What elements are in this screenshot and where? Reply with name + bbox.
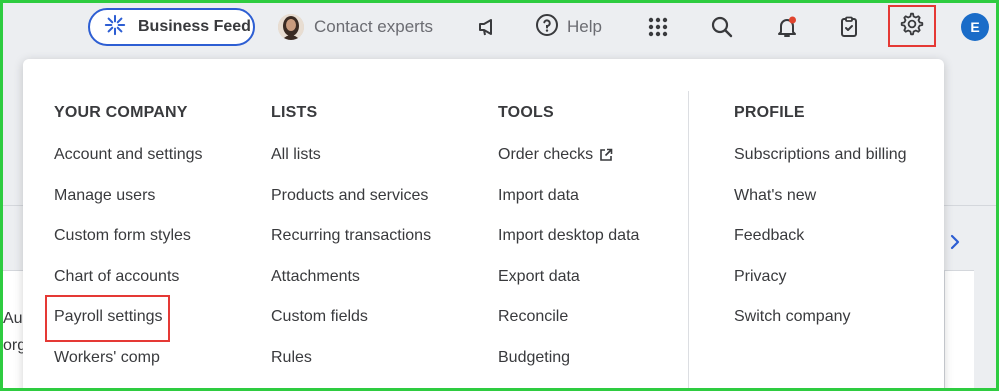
lists-heading: LISTS (271, 104, 318, 121)
megaphone-icon[interactable] (470, 10, 504, 44)
bell-icon[interactable] (770, 10, 804, 44)
menu-item-whats-new[interactable]: What's new (734, 187, 816, 205)
settings-dropdown-panel: YOUR COMPANY Account and settings Manage… (23, 59, 944, 391)
menu-item-products-and-services[interactable]: Products and services (271, 187, 428, 205)
expert-avatar (278, 14, 304, 40)
background-card-right (944, 270, 974, 391)
sparkle-icon (104, 14, 126, 41)
menu-item-subscriptions-and-billing[interactable]: Subscriptions and billing (734, 146, 907, 164)
menu-item-custom-fields[interactable]: Custom fields (271, 308, 368, 326)
help-label: Help (567, 17, 602, 36)
external-link-icon (599, 148, 613, 162)
your-company-heading: YOUR COMPANY (54, 104, 188, 121)
order-checks-label: Order checks (498, 146, 594, 163)
search-icon[interactable] (705, 10, 739, 44)
menu-item-custom-form-styles[interactable]: Custom form styles (54, 227, 191, 245)
grid-icon[interactable] (641, 10, 675, 44)
menu-item-chart-of-accounts[interactable]: Chart of accounts (54, 268, 179, 286)
menu-item-manage-users[interactable]: Manage users (54, 187, 155, 205)
menu-item-rules[interactable]: Rules (271, 349, 312, 367)
contact-experts-label: Contact experts (314, 17, 434, 36)
contact-experts-button[interactable]: Contact experts (278, 9, 433, 45)
menu-item-switch-company[interactable]: Switch company (734, 308, 851, 326)
profile-heading: PROFILE (734, 104, 805, 121)
menu-item-import-data[interactable]: Import data (498, 187, 579, 205)
gear-icon (900, 12, 924, 41)
top-bar: Business Feed Contact experts Help E (0, 0, 999, 58)
business-feed-label: Business Feed (138, 18, 251, 35)
menu-item-recurring-transactions[interactable]: Recurring transactions (271, 227, 431, 245)
column-divider (688, 91, 689, 391)
menu-item-reconcile[interactable]: Reconcile (498, 308, 568, 326)
menu-item-budgeting[interactable]: Budgeting (498, 349, 570, 367)
settings-gear-button[interactable] (888, 5, 936, 47)
question-circle-icon (535, 13, 559, 42)
menu-item-order-checks[interactable]: Order checks (498, 146, 613, 164)
clipboard-check-icon[interactable] (832, 10, 866, 44)
menu-item-export-data[interactable]: Export data (498, 268, 580, 286)
menu-item-privacy[interactable]: Privacy (734, 268, 786, 286)
chevron-right-icon[interactable] (946, 231, 964, 253)
business-feed-button[interactable]: Business Feed (88, 8, 255, 46)
menu-item-account-and-settings[interactable]: Account and settings (54, 146, 203, 164)
menu-item-payroll-settings[interactable]: Payroll settings (54, 308, 163, 326)
menu-item-workers-comp[interactable]: Workers' comp (54, 349, 160, 367)
tools-heading: TOOLS (498, 104, 554, 121)
menu-item-all-lists[interactable]: All lists (271, 146, 321, 164)
help-button[interactable]: Help (535, 10, 602, 44)
background-text-1: Au (3, 310, 23, 327)
menu-item-feedback[interactable]: Feedback (734, 227, 804, 245)
menu-item-import-desktop-data[interactable]: Import desktop data (498, 227, 639, 245)
user-avatar[interactable]: E (961, 13, 989, 41)
menu-item-attachments[interactable]: Attachments (271, 268, 360, 286)
